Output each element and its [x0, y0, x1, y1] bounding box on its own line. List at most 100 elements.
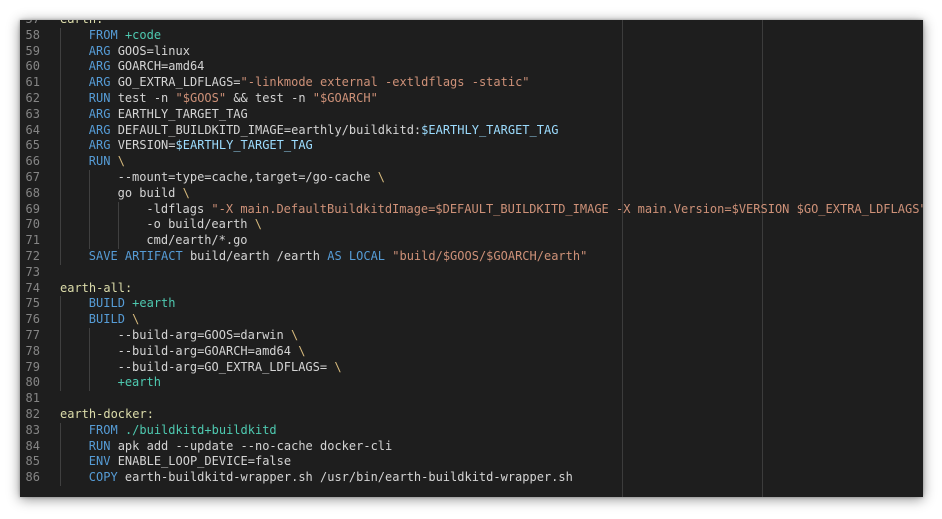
line-text: -ldflags "-X main.DefaultBuildkitdImage=… [146, 202, 923, 218]
line-number: 66 [25, 154, 40, 169]
code-line[interactable]: 58 FROM +code [20, 27, 923, 44]
line-number: 75 [25, 296, 40, 311]
code-line[interactable]: 76 BUILD \ [20, 312, 923, 328]
line-number: 74 [25, 280, 40, 295]
code-line[interactable]: 62 RUN test -n "$GOOS" && test -n "$GOARC… [20, 90, 923, 107]
code-token: earth-buildkitd-wrapper.sh /usr/bin/eart… [117, 470, 573, 485]
code-line[interactable]: 83 FROM ./buildkitd+buildkitd [20, 422, 923, 439]
line-text: --build-arg=GOOS=darwin \ [118, 328, 299, 344]
line-number: 67 [25, 169, 40, 184]
line-number: 61 [25, 75, 40, 90]
code-line[interactable]: 79 --build-arg=GO_EXTRA_LDFLAGS= \ [20, 359, 923, 376]
line-text: earth-all: [60, 281, 132, 297]
code-line[interactable]: 85 ENV ENABLE_LOOP_DEVICE=false [20, 454, 923, 471]
code-line[interactable]: 70 -o build/earth \ [20, 217, 923, 234]
code-line[interactable]: 63 ARG EARTHLY_TARGET_TAG [20, 106, 923, 123]
code-line[interactable]: 64 ARG DEFAULT_BUILDKITD_IMAGE=earthly/bu… [20, 122, 923, 139]
indent-guide [60, 470, 61, 486]
code-token: -ldflags [146, 201, 212, 216]
indent-guide [60, 248, 61, 265]
code-line[interactable]: 60 ARG GOARCH=amd64 [20, 59, 923, 76]
code-line[interactable]: 77 --build-arg=GOOS=darwin \ [20, 327, 923, 344]
line-text: earth-docker: [60, 407, 154, 423]
code-line[interactable]: 59 ARG GOOS=linux [20, 43, 923, 60]
code-token: +earth [117, 375, 161, 390]
line-text: go build \ [118, 186, 190, 202]
code-line[interactable]: 84 RUN apk add --update --no-cache docker… [20, 438, 923, 455]
code-token: ARG [88, 59, 111, 74]
indent-guide [117, 233, 119, 249]
code-token: COPY [88, 470, 118, 485]
code-line[interactable]: 67 --mount=type=cache,target=/go-cache \ [20, 169, 923, 186]
code-token: ./buildkitd+buildkitd [124, 422, 277, 437]
code-token: \ [377, 169, 385, 184]
code-line[interactable]: 74 earth-all: [20, 281, 923, 297]
indent-guide [60, 438, 61, 455]
code-token: FROM [88, 422, 118, 437]
code-line[interactable]: 72 SAVE ARTIFACT build/earth /earth AS LO… [20, 248, 923, 265]
code-token: ARG [88, 75, 111, 90]
line-text: -o build/earth \ [146, 217, 262, 233]
indent-guide [60, 375, 61, 392]
code-token: ENABLE_LOOP_DEVICE=false [110, 454, 292, 469]
code-token: GOOS=linux [110, 43, 190, 58]
code-token: ARG [88, 122, 111, 137]
indent-guide [60, 343, 61, 360]
code-token: --build-arg=GO_EXTRA_LDFLAGS= [117, 359, 335, 374]
code-token: EARTHLY_TARGET_TAG [110, 106, 248, 121]
indent-guide [60, 201, 61, 218]
line-text: FROM ./buildkitd+buildkitd [89, 423, 277, 439]
line-number: 77 [25, 327, 40, 342]
code-editor[interactable]: 57 earth: 58 FROM +code 59 ARG GOOS=linux 60 AR… [20, 20, 923, 497]
line-text: --mount=type=cache,target=/go-cache \ [118, 170, 385, 186]
code-token: RUN [88, 154, 111, 169]
code-line[interactable]: 78 --build-arg=GOARCH=amd64 \ [20, 343, 923, 360]
code-line[interactable]: 68 go build \ [20, 185, 923, 202]
indent-guide [88, 217, 90, 234]
code-token: --mount=type=cache,target=/go-cache [117, 169, 378, 184]
code-token: \ [182, 185, 190, 200]
indent-guide [88, 343, 90, 360]
code-token: \ [334, 359, 342, 374]
indent-guide [60, 90, 61, 107]
code-token: build/earth /earth [182, 248, 328, 263]
code-line[interactable]: 75 BUILD +earth [20, 296, 923, 313]
code-token: RUN [88, 90, 111, 105]
line-number: 78 [25, 343, 40, 358]
code-line[interactable]: 61 ARG GO_EXTRA_LDFLAGS="-linkmode extern… [20, 75, 923, 91]
line-text: ENV ENABLE_LOOP_DEVICE=false [89, 454, 291, 470]
code-token: BUILD [88, 296, 125, 311]
code-line[interactable]: 80 +earth [20, 375, 923, 392]
code-token: $EARTHLY_TARGET_TAG [421, 122, 559, 137]
line-text: FROM +code [89, 28, 161, 44]
code-line[interactable]: 86 COPY earth-buildkitd-wrapper.sh /usr/b… [20, 470, 923, 486]
code-line[interactable]: 66 RUN \ [20, 154, 923, 170]
code-line[interactable]: 73 [20, 265, 923, 281]
indent-guide [117, 217, 119, 234]
line-text: COPY earth-buildkitd-wrapper.sh /usr/bin… [89, 470, 573, 486]
indent-guide [88, 359, 90, 376]
indent-guide [60, 422, 61, 439]
code-token: -o build/earth [146, 217, 255, 232]
code-line[interactable]: 82 earth-docker: [20, 407, 923, 423]
code-token: RUN [88, 438, 111, 453]
line-number: 72 [25, 248, 40, 263]
code-token: "-X main.DefaultBuildkitdImage=$DEFAULT_… [211, 201, 923, 216]
indent-guide [60, 327, 61, 344]
code-token: apk add --update --no-cache docker-cli [110, 438, 393, 453]
code-line[interactable]: 65 ARG VERSION=$EARTHLY_TARGET_TAG [20, 138, 923, 155]
code-token: SAVE ARTIFACT [88, 248, 183, 263]
code-line[interactable]: 69 -ldflags "-X main.DefaultBuildkitdImag… [20, 201, 923, 218]
line-text: earth: [60, 20, 103, 28]
code-token: --build-arg=GOARCH=amd64 [117, 343, 299, 358]
line-text: ARG GOOS=linux [89, 44, 190, 60]
line-number: 76 [25, 312, 40, 327]
code-line[interactable]: 81 [20, 391, 923, 407]
code-line[interactable]: 57 earth: [20, 20, 923, 28]
indent-guide [60, 154, 61, 170]
code-lines[interactable]: 57 earth: 58 FROM +code 59 ARG GOOS=linux 60 AR… [20, 20, 923, 486]
code-token: GOARCH=amd64 [110, 59, 205, 74]
code-line[interactable]: 71 cmd/earth/*.go [20, 233, 923, 249]
code-token: go build [117, 185, 183, 200]
